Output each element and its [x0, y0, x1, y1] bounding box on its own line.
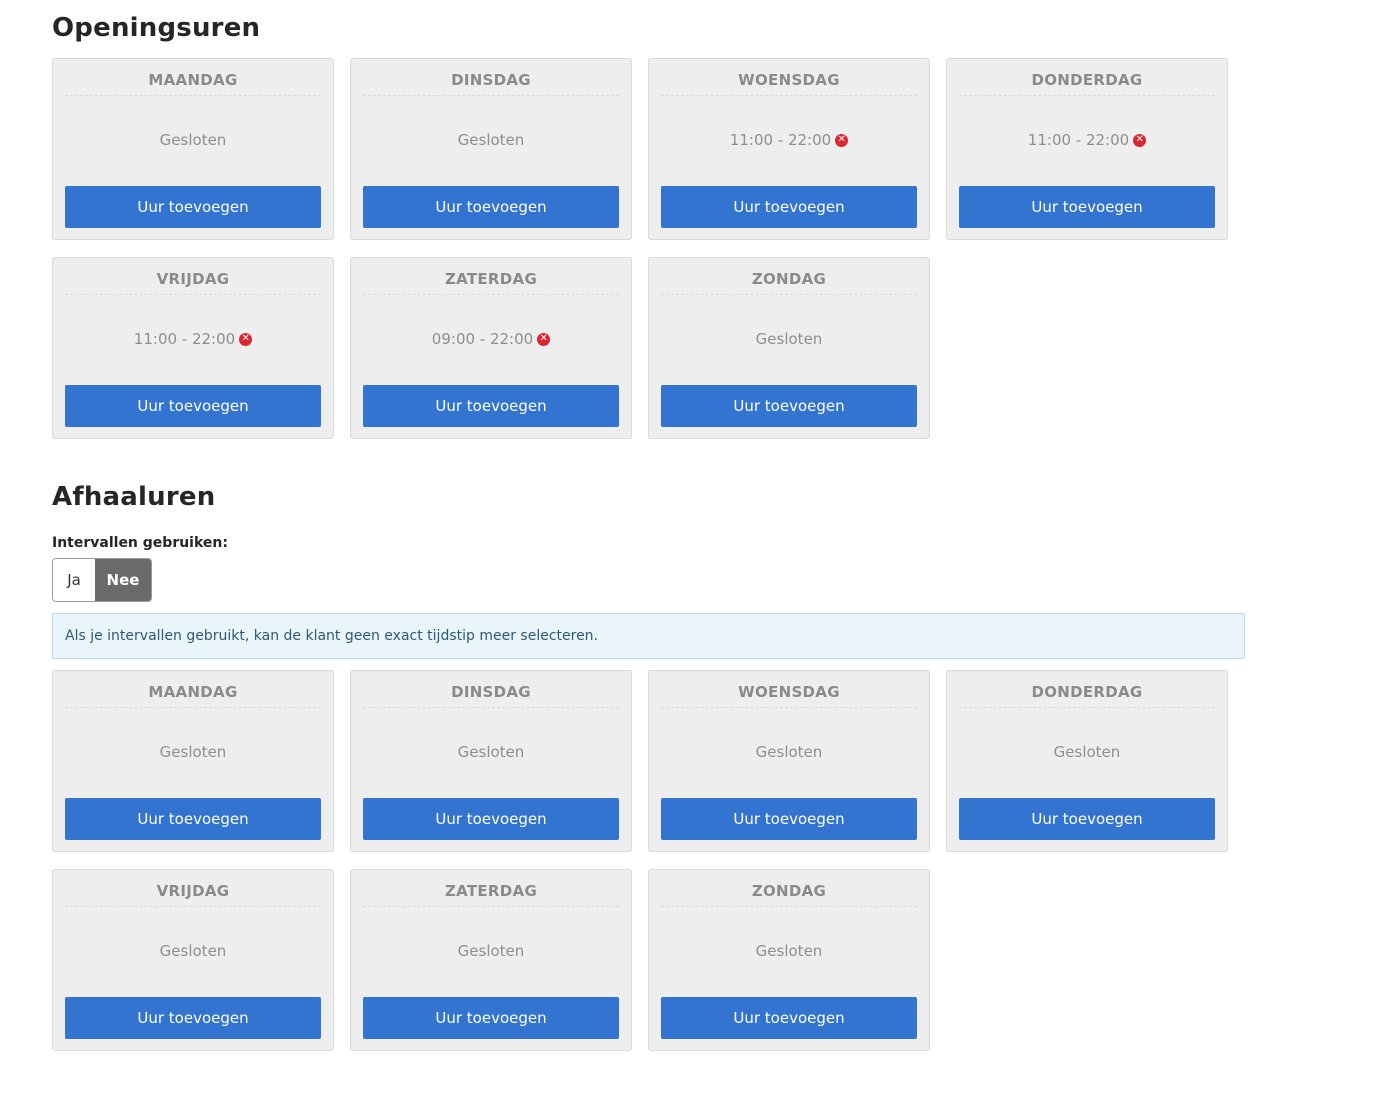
status-text: Gesloten — [755, 743, 823, 761]
day-card-vrijdag: VRIJDAG Gesloten Uur toevoegen — [52, 869, 334, 1051]
remove-time-icon[interactable]: ✕ — [537, 332, 551, 346]
time-range: 11:00 - 22:00 ✕ — [649, 131, 929, 149]
day-name: ZATERDAG — [363, 270, 619, 295]
day-card-donderdag: DONDERDAG 11:00 - 22:00 ✕ Uur toevoegen — [946, 58, 1228, 240]
status-text: Gesloten — [755, 330, 823, 348]
time-range: 09:00 - 22:00 ✕ — [351, 330, 631, 348]
status-text: Gesloten — [457, 131, 525, 149]
day-name: DINSDAG — [363, 71, 619, 96]
interval-info-alert: Als je intervallen gebruikt, kan de klan… — [52, 613, 1245, 659]
day-card-maandag: MAANDAG Gesloten Uur toevoegen — [52, 670, 334, 852]
closed-status: Gesloten — [649, 942, 929, 960]
remove-time-icon[interactable]: ✕ — [239, 332, 253, 346]
add-hour-button[interactable]: Uur toevoegen — [661, 186, 917, 228]
add-hour-button[interactable]: Uur toevoegen — [661, 385, 917, 427]
remove-time-icon[interactable]: ✕ — [1133, 133, 1147, 147]
day-card-woensdag: WOENSDAG Gesloten Uur toevoegen — [648, 670, 930, 852]
add-hour-button[interactable]: Uur toevoegen — [363, 186, 619, 228]
day-card-donderdag: DONDERDAG Gesloten Uur toevoegen — [946, 670, 1228, 852]
closed-status: Gesloten — [351, 131, 631, 149]
interval-no-option[interactable]: Nee — [95, 559, 151, 601]
closed-status: Gesloten — [351, 743, 631, 761]
status-text: 09:00 - 22:00 — [431, 330, 534, 348]
day-card-zaterdag: ZATERDAG Gesloten Uur toevoegen — [350, 869, 632, 1051]
status-text: 11:00 - 22:00 — [729, 131, 832, 149]
day-card-zondag: ZONDAG Gesloten Uur toevoegen — [648, 257, 930, 439]
day-name: DONDERDAG — [959, 71, 1215, 96]
status-text: Gesloten — [457, 942, 525, 960]
day-name: DINSDAG — [363, 683, 619, 708]
pickup-hours-grid: MAANDAG Gesloten Uur toevoegen DINSDAG Geslo… — [52, 670, 1228, 1051]
remove-time-icon[interactable]: ✕ — [835, 133, 849, 147]
day-name: WOENSDAG — [661, 71, 917, 96]
add-hour-button[interactable]: Uur toevoegen — [661, 798, 917, 840]
closed-status: Gesloten — [53, 942, 333, 960]
interval-yes-option[interactable]: Ja — [53, 559, 95, 601]
add-hour-button[interactable]: Uur toevoegen — [65, 997, 321, 1039]
closed-status: Gesloten — [649, 330, 929, 348]
status-text: Gesloten — [159, 131, 227, 149]
day-name: ZATERDAG — [363, 882, 619, 907]
day-card-dinsdag: DINSDAG Gesloten Uur toevoegen — [350, 670, 632, 852]
opening-hours-title: Openingsuren — [52, 13, 261, 43]
status-text: Gesloten — [159, 942, 227, 960]
add-hour-button[interactable]: Uur toevoegen — [363, 997, 619, 1039]
status-text: Gesloten — [1053, 743, 1121, 761]
day-name: ZONDAG — [661, 882, 917, 907]
add-hour-button[interactable]: Uur toevoegen — [363, 385, 619, 427]
day-card-woensdag: WOENSDAG 11:00 - 22:00 ✕ Uur toevoegen — [648, 58, 930, 240]
add-hour-button[interactable]: Uur toevoegen — [65, 385, 321, 427]
day-name: MAANDAG — [65, 683, 321, 708]
day-card-maandag: MAANDAG Gesloten Uur toevoegen — [52, 58, 334, 240]
day-name: ZONDAG — [661, 270, 917, 295]
interval-label: Intervallen gebruiken: — [52, 535, 228, 551]
add-hour-button[interactable]: Uur toevoegen — [661, 997, 917, 1039]
time-range: 11:00 - 22:00 ✕ — [947, 131, 1227, 149]
add-hour-button[interactable]: Uur toevoegen — [65, 186, 321, 228]
add-hour-button[interactable]: Uur toevoegen — [363, 798, 619, 840]
closed-status: Gesloten — [53, 131, 333, 149]
time-range: 11:00 - 22:00 ✕ — [53, 330, 333, 348]
day-card-vrijdag: VRIJDAG 11:00 - 22:00 ✕ Uur toevoegen — [52, 257, 334, 439]
closed-status: Gesloten — [53, 743, 333, 761]
opening-hours-grid: MAANDAG Gesloten Uur toevoegen DINSDAG Geslo… — [52, 58, 1228, 439]
day-card-zondag: ZONDAG Gesloten Uur toevoegen — [648, 869, 930, 1051]
status-text: 11:00 - 22:00 — [1027, 131, 1130, 149]
closed-status: Gesloten — [947, 743, 1227, 761]
pickup-hours-title: Afhaaluren — [52, 482, 216, 512]
closed-status: Gesloten — [351, 942, 631, 960]
day-name: VRIJDAG — [65, 882, 321, 907]
add-hour-button[interactable]: Uur toevoegen — [65, 798, 321, 840]
day-card-dinsdag: DINSDAG Gesloten Uur toevoegen — [350, 58, 632, 240]
day-card-zaterdag: ZATERDAG 09:00 - 22:00 ✕ Uur toevoegen — [350, 257, 632, 439]
add-hour-button[interactable]: Uur toevoegen — [959, 186, 1215, 228]
status-text: Gesloten — [755, 942, 823, 960]
status-text: Gesloten — [457, 743, 525, 761]
closed-status: Gesloten — [649, 743, 929, 761]
day-name: VRIJDAG — [65, 270, 321, 295]
interval-toggle: Ja Nee — [52, 558, 152, 602]
status-text: Gesloten — [159, 743, 227, 761]
day-name: WOENSDAG — [661, 683, 917, 708]
status-text: 11:00 - 22:00 — [133, 330, 236, 348]
day-name: DONDERDAG — [959, 683, 1215, 708]
day-name: MAANDAG — [65, 71, 321, 96]
add-hour-button[interactable]: Uur toevoegen — [959, 798, 1215, 840]
